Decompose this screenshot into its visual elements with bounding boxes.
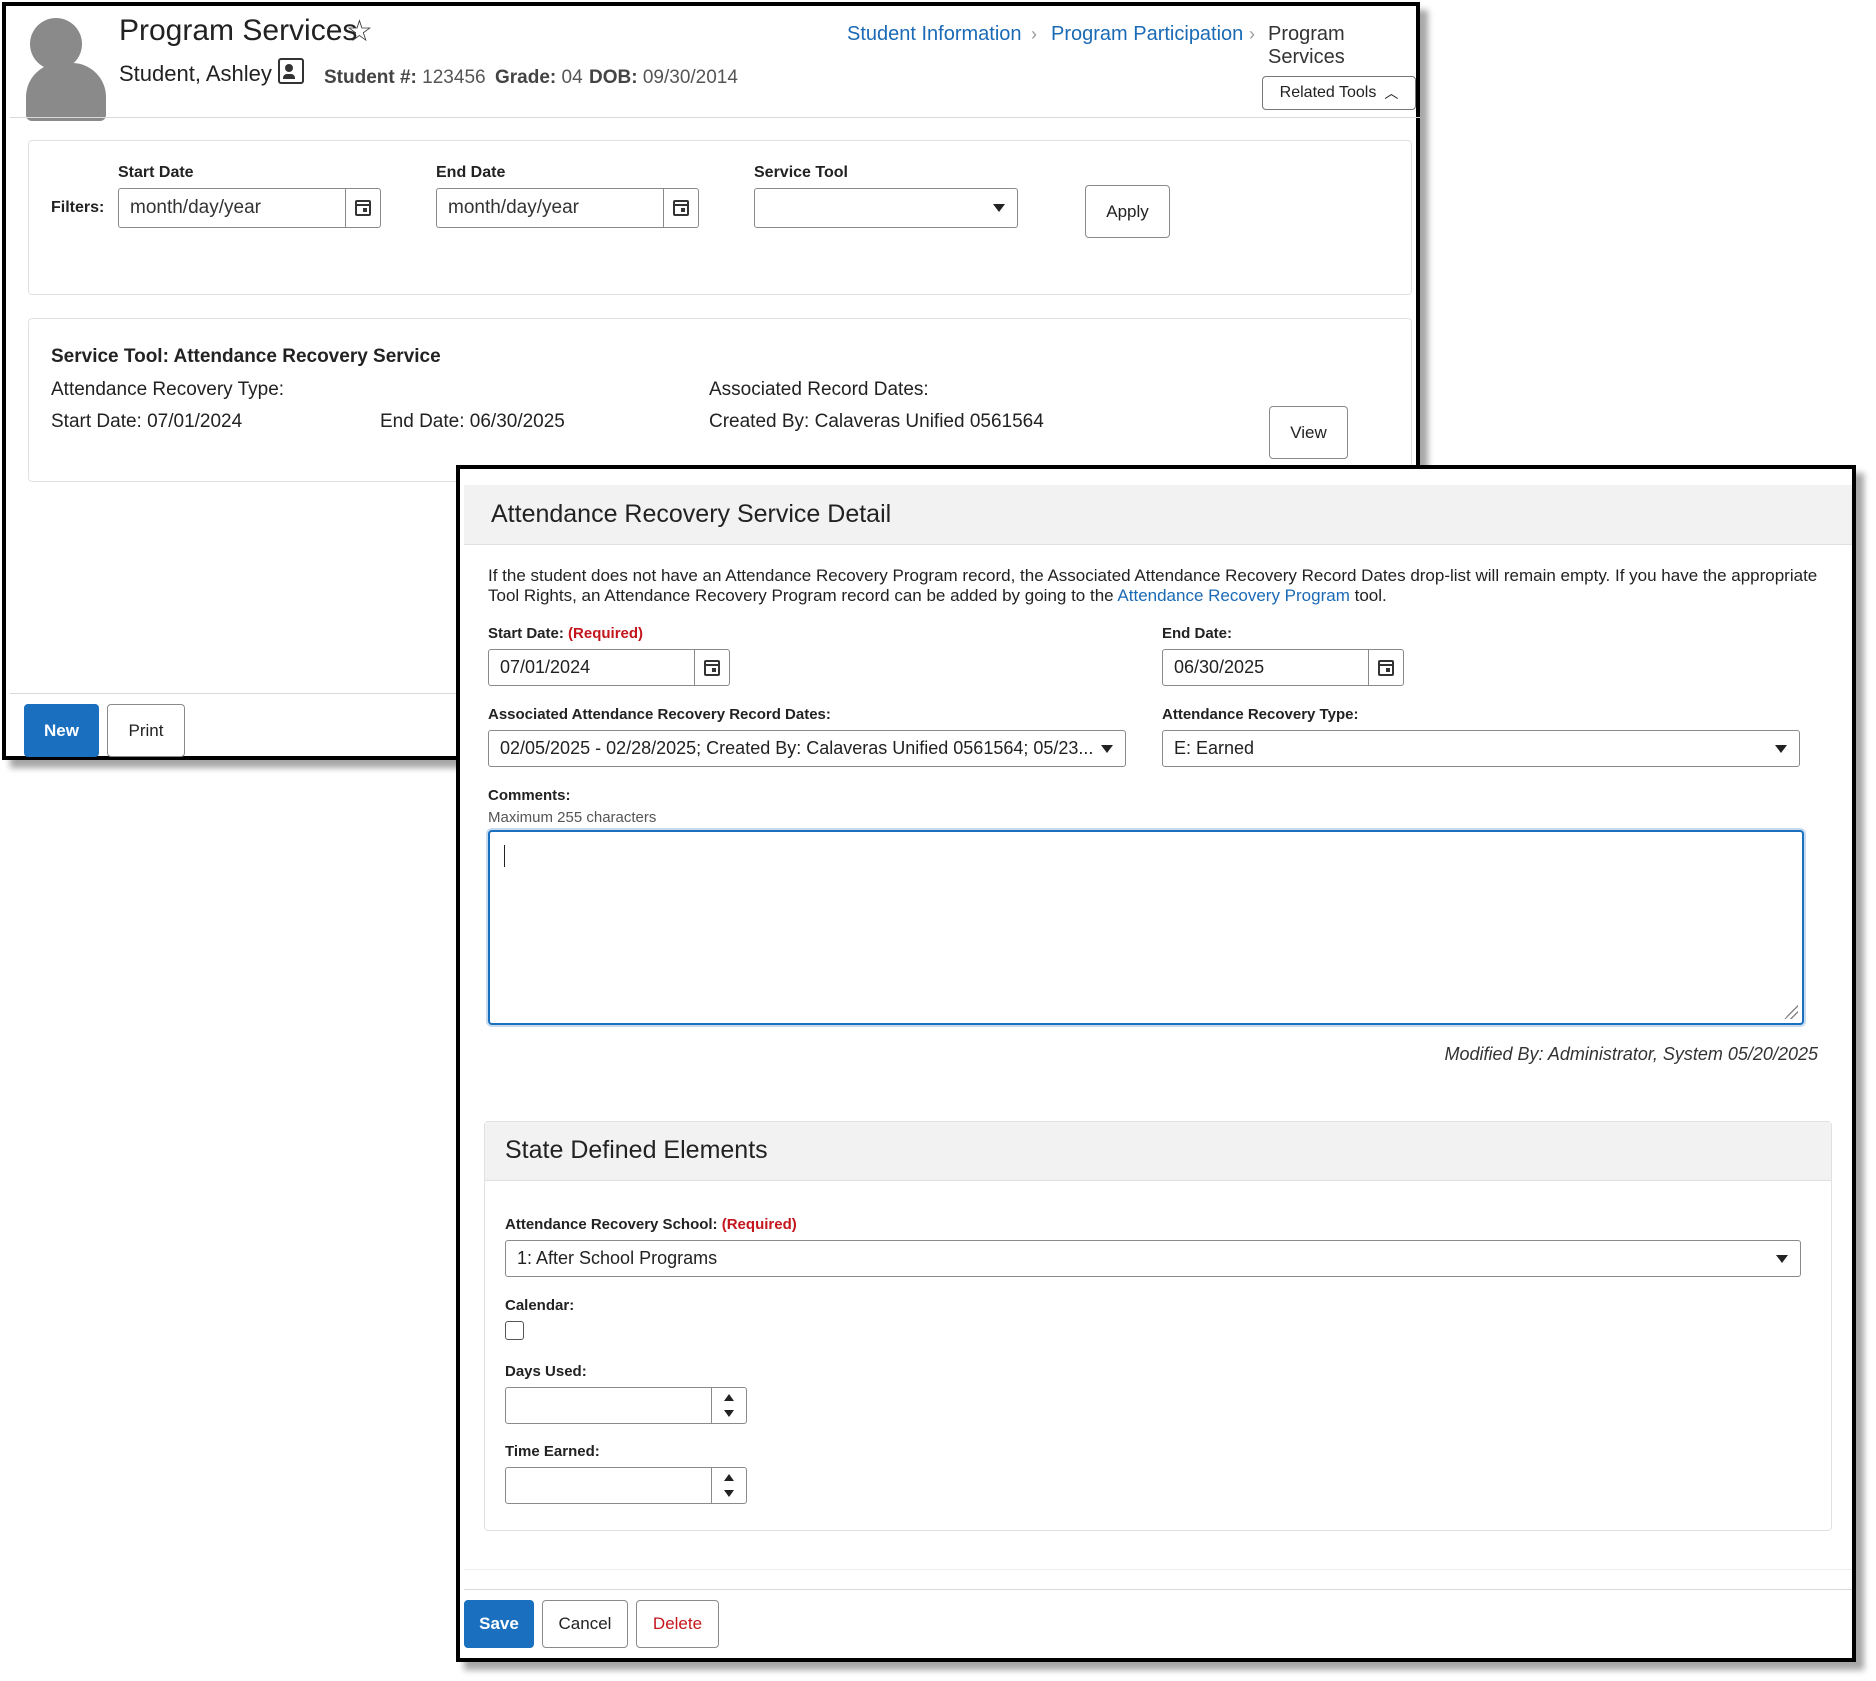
stepper-up-icon — [724, 1474, 734, 1481]
page-title: Program Services — [119, 14, 358, 47]
sde-header: State Defined Elements — [485, 1122, 1831, 1181]
filter-end-date-input[interactable]: month/day/year — [436, 188, 699, 228]
sde-title: State Defined Elements — [505, 1136, 768, 1164]
end-date-label: End Date — [436, 164, 506, 181]
footer-divider — [464, 1589, 1852, 1590]
chevron-right-icon: › — [1031, 24, 1037, 44]
calendar-label: Calendar: — [505, 1297, 575, 1314]
attendance-recovery-detail-window: Attendance Recovery Service Detail If th… — [456, 465, 1856, 1662]
recovery-school-value: 1: After School Programs — [517, 1248, 718, 1268]
service-end-date: End Date: 06/30/2025 — [380, 411, 565, 432]
student-dob: DOB: 09/30/2014 — [589, 67, 738, 88]
filters-panel: Filters: Start Date month/day/year End D… — [28, 140, 1412, 295]
recovery-school-label: Attendance Recovery School: (Required) — [505, 1216, 797, 1233]
recovery-type-select[interactable]: E: Earned — [1162, 730, 1800, 767]
calendar-icon[interactable] — [663, 189, 698, 227]
print-button[interactable]: Print — [107, 704, 185, 757]
recovery-school-select[interactable]: 1: After School Programs — [505, 1240, 1801, 1277]
calendar-icon[interactable] — [694, 650, 729, 685]
chevron-right-icon: › — [1249, 24, 1255, 44]
stepper-down-icon — [724, 1410, 734, 1417]
start-date-value: 07/01/2024 — [500, 657, 591, 677]
dropdown-arrow-icon — [1776, 1254, 1788, 1263]
time-earned-input[interactable] — [505, 1467, 747, 1504]
header-divider — [10, 117, 1420, 118]
related-tools-button[interactable]: Related Tools ︿ — [1262, 76, 1416, 110]
save-button[interactable]: Save — [464, 1600, 534, 1648]
assoc-dates-label: Associated Attendance Recovery Record Da… — [488, 706, 831, 723]
student-number: Student #: 123456 — [324, 67, 486, 88]
resize-handle-icon[interactable] — [1784, 1005, 1798, 1019]
service-tool-label: Service Tool — [754, 164, 848, 181]
detail-header: Attendance Recovery Service Detail — [464, 485, 1852, 545]
days-used-input[interactable] — [505, 1387, 747, 1424]
student-name: Student, Ashley — [119, 61, 272, 86]
text-caret — [504, 845, 505, 867]
start-date-label: Start Date — [118, 164, 194, 181]
dropdown-arrow-icon — [1101, 744, 1113, 753]
comments-label: Comments: — [488, 787, 571, 804]
star-icon[interactable]: ☆ — [346, 14, 373, 49]
stepper-down-icon — [724, 1490, 734, 1497]
service-record-panel: Service Tool: Attendance Recovery Servic… — [28, 318, 1412, 482]
start-date-label: Start Date: (Required) — [488, 625, 644, 642]
detail-title: Attendance Recovery Service Detail — [491, 500, 892, 528]
end-date-label: End Date: — [1162, 625, 1233, 642]
chevron-up-icon: ︿ — [1384, 85, 1399, 101]
required-indicator: (Required) — [721, 1216, 797, 1233]
avatar-body — [26, 63, 106, 121]
start-date-input[interactable]: 07/01/2024 — [488, 649, 730, 686]
service-created-by: Created By: Calaveras Unified 0561564 — [709, 411, 1044, 432]
end-date-input[interactable]: 06/30/2025 — [1162, 649, 1404, 686]
number-stepper[interactable] — [711, 1388, 746, 1423]
assoc-dates-value: 02/05/2025 - 02/28/2025; Created By: Cal… — [500, 738, 1094, 758]
filter-start-date-input[interactable]: month/day/year — [118, 188, 381, 228]
service-tool-select[interactable] — [754, 188, 1018, 228]
stepper-up-icon — [724, 1394, 734, 1401]
end-date-placeholder: month/day/year — [448, 197, 579, 218]
new-button[interactable]: New — [24, 704, 99, 757]
cancel-button[interactable]: Cancel — [542, 1600, 628, 1648]
footer-divider-light — [464, 1569, 1852, 1570]
view-button[interactable]: View — [1269, 406, 1348, 459]
recovery-type-label: Attendance Recovery Type: — [1162, 706, 1359, 723]
comments-textarea[interactable] — [488, 830, 1804, 1025]
service-tool-title: Service Tool: Attendance Recovery Servic… — [51, 346, 441, 367]
modified-by: Modified By: Administrator, System 05/20… — [1444, 1044, 1818, 1064]
service-assoc-dates: Associated Record Dates: — [709, 379, 929, 400]
service-type: Attendance Recovery Type: — [51, 379, 285, 400]
days-used-label: Days Used: — [505, 1363, 587, 1380]
state-defined-elements-panel: State Defined Elements Attendance Recove… — [484, 1121, 1832, 1531]
recovery-type-value: E: Earned — [1174, 738, 1255, 758]
assoc-dates-select[interactable]: 02/05/2025 - 02/28/2025; Created By: Cal… — [488, 730, 1126, 767]
related-tools-label: Related Tools — [1279, 84, 1377, 101]
start-date-placeholder: month/day/year — [130, 197, 261, 218]
student-grade: Grade: 04 — [495, 67, 583, 88]
breadcrumb-program-services: Program Services — [1268, 23, 1345, 68]
delete-button[interactable]: Delete — [636, 1600, 719, 1648]
calendar-icon[interactable] — [345, 189, 380, 227]
info-text-tail: tool. — [1354, 586, 1387, 605]
info-text: If the student does not have an Attendan… — [488, 566, 1828, 606]
apply-button[interactable]: Apply — [1085, 185, 1170, 238]
service-start-date: Start Date: 07/01/2024 — [51, 411, 243, 432]
student-card-icon[interactable] — [278, 58, 304, 84]
calendar-icon[interactable] — [1368, 650, 1403, 685]
filters-label: Filters: — [51, 199, 105, 216]
end-date-value: 06/30/2025 — [1174, 657, 1265, 677]
breadcrumb-program-participation[interactable]: Program Participation — [1051, 23, 1243, 46]
calendar-checkbox[interactable] — [505, 1321, 524, 1340]
attendance-recovery-program-link[interactable]: Attendance Recovery Program — [1117, 586, 1349, 605]
time-earned-label: Time Earned: — [505, 1443, 600, 1460]
dropdown-arrow-icon — [1775, 744, 1787, 753]
required-indicator: (Required) — [568, 625, 644, 642]
number-stepper[interactable] — [711, 1468, 746, 1503]
comments-hint: Maximum 255 characters — [488, 809, 657, 826]
dropdown-arrow-icon — [993, 204, 1005, 212]
breadcrumb-student-information[interactable]: Student Information — [847, 23, 1022, 46]
